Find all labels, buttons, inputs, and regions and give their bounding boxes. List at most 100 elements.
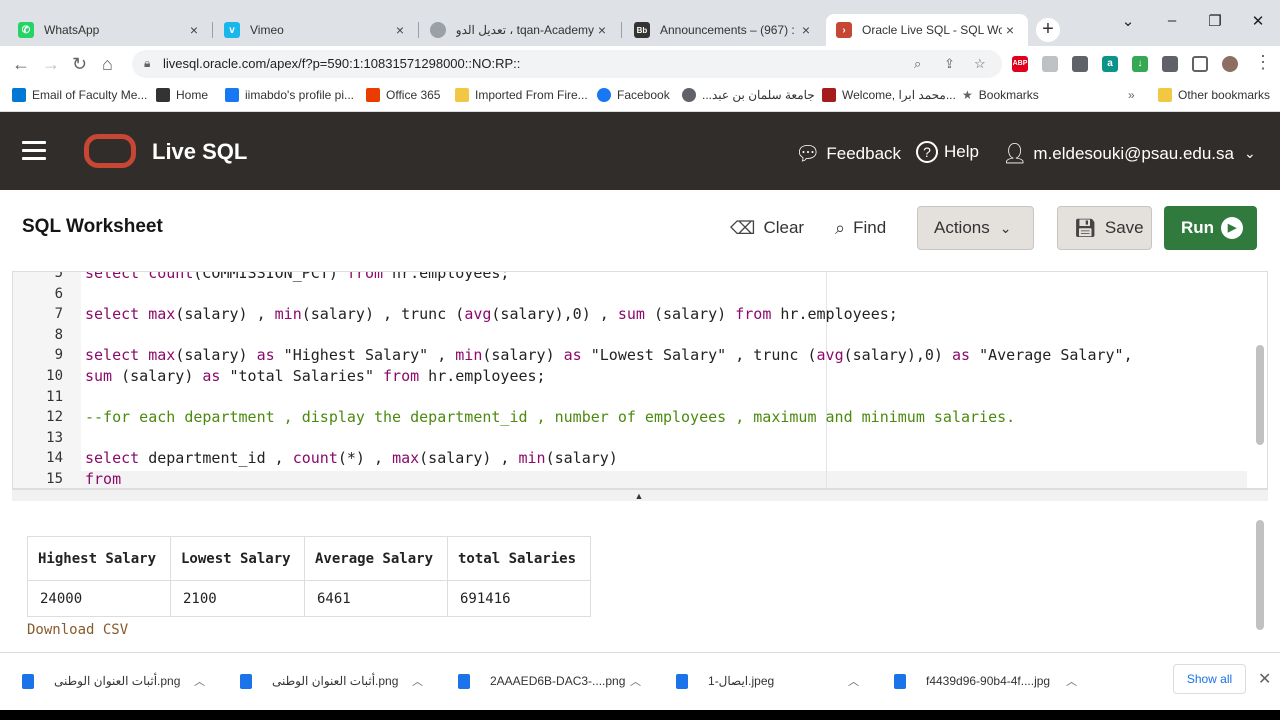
feedback-link[interactable]: 💬︎ Feedback: [795, 141, 901, 166]
bookmark-item[interactable]: جامعة سلمان بن عبد...: [682, 88, 815, 102]
extension-icon[interactable]: [1072, 56, 1088, 72]
sidepanel-icon[interactable]: [1192, 56, 1208, 72]
user-menu[interactable]: 👤︎ m.eldesouki@psau.edu.sa ⌄: [1002, 141, 1256, 166]
other-bookmarks[interactable]: Other bookmarks: [1158, 88, 1270, 102]
sql-comment: --for each department , display the depa…: [85, 408, 1016, 427]
vimeo-icon: v: [224, 22, 240, 38]
find-button[interactable]: ⌕ Find: [835, 206, 886, 250]
hamburger-menu-icon[interactable]: [22, 141, 46, 161]
download-csv-link[interactable]: Download CSV: [27, 622, 128, 638]
chevron-up-icon[interactable]: ︿: [1066, 673, 1077, 689]
download-item[interactable]: ايصال-1.jpeg ︿: [676, 671, 859, 691]
close-icon[interactable]: ×: [186, 22, 202, 38]
sql-keyword: as: [202, 367, 221, 385]
bookmark-item[interactable]: Office 365: [366, 88, 440, 102]
puzzle-icon[interactable]: [1162, 56, 1178, 72]
download-item[interactable]: 2AAAED6B-DAC3-....png ︿: [458, 671, 641, 691]
save-button[interactable]: 💾︎ Save: [1057, 206, 1152, 250]
share-icon[interactable]: ⇪: [944, 56, 955, 72]
column-header: total Salaries: [447, 536, 591, 581]
bookmark-item[interactable]: iimabdo's profile pi...: [225, 88, 354, 102]
sql-keyword: from: [735, 305, 772, 324]
home-icon[interactable]: ⌂: [102, 54, 113, 75]
close-icon[interactable]: ×: [392, 22, 408, 38]
bookmark-item[interactable]: Welcome, محمد ابرا...: [822, 88, 956, 102]
close-icon[interactable]: ×: [1002, 22, 1018, 38]
address-toolbar: ← → ↻ ⌂ 🔒︎ livesql.oracle.com/apex/f?p=5…: [0, 46, 1280, 82]
column-header: Average Salary: [304, 536, 448, 581]
window-close-button[interactable]: ✕: [1238, 12, 1278, 30]
new-tab-button[interactable]: +: [1036, 18, 1060, 42]
bookmark-label: Bookmarks: [978, 88, 1039, 102]
minimize-button[interactable]: –: [1152, 12, 1192, 29]
address-bar[interactable]: 🔒︎ livesql.oracle.com/apex/f?p=590:1:108…: [132, 50, 1002, 78]
close-icon[interactable]: ✕: [1258, 669, 1271, 689]
bookmark-item[interactable]: ★ Bookmarks: [962, 88, 1039, 102]
chevron-up-icon[interactable]: ︿: [630, 673, 641, 689]
code-line[interactable]: sum (salary) as "total Salaries" from hr…: [85, 367, 546, 385]
editor-results-splitter[interactable]: ▲: [12, 489, 1268, 501]
zoom-icon[interactable]: ⌕: [914, 56, 921, 72]
extension-icon[interactable]: [1042, 56, 1058, 72]
user-email: m.eldesouki@psau.edu.sa: [1033, 143, 1234, 163]
more-bookmarks-chevron-icon[interactable]: »: [1128, 88, 1135, 102]
sql-text: "Average Salary",: [970, 346, 1133, 365]
reload-icon[interactable]: ↻: [72, 54, 87, 75]
code-line[interactable]: --for each department , display the depa…: [85, 408, 1015, 426]
tab-announcements[interactable]: Bb Announcements – (967) : ت... ×: [624, 14, 824, 46]
download-extension-icon[interactable]: ↓: [1132, 56, 1148, 72]
sql-text: (salary): [112, 367, 203, 385]
avatar[interactable]: [1222, 56, 1238, 72]
help-link[interactable]: ? Help: [916, 141, 979, 163]
chevron-down-icon[interactable]: ⌄: [1108, 12, 1148, 30]
bookmark-item[interactable]: Home: [156, 88, 208, 102]
bookmark-item[interactable]: Email of Faculty Me...: [12, 88, 147, 102]
code-line[interactable]: select department_id , count(*) , max(sa…: [85, 449, 618, 467]
menu-dots-icon[interactable]: ⋮: [1254, 52, 1272, 73]
back-arrow-icon[interactable]: ←: [12, 54, 30, 75]
chevron-up-icon[interactable]: ︿: [412, 673, 423, 689]
speech-bubble-icon: 💬︎: [795, 143, 821, 165]
tab-separator: [212, 22, 213, 38]
lock-icon: 🔒︎: [144, 56, 151, 70]
sql-keyword: avg: [816, 346, 844, 365]
code-line[interactable]: select max(salary) as "Highest Salary" ,…: [85, 346, 1133, 364]
tab-vimeo[interactable]: v Vimeo ×: [214, 14, 418, 46]
results-scrollbar[interactable]: [1253, 506, 1267, 652]
tab-whatsapp[interactable]: ✆ WhatsApp ×: [8, 14, 212, 46]
tab-oracle-live-sql[interactable]: › Oracle Live SQL - SQL Worksheet ×: [826, 14, 1028, 46]
download-item[interactable]: f4439d96-90b4-4f....jpg ︿: [894, 671, 1077, 691]
actions-button[interactable]: Actions ⌄: [917, 206, 1034, 250]
sql-editor[interactable]: 5 6 7 8 9 10 11 12 13 14 15 select count(COMMISSIO…: [12, 271, 1268, 489]
tab-itqan-academy[interactable]: tqan-Academy ، تعديل الدورة ×: [420, 14, 620, 46]
line-number-gutter: 5 6 7 8 9 10 11 12 13 14 15: [13, 272, 81, 488]
sql-keyword: as: [563, 346, 582, 365]
code-line[interactable]: select count(COMMISSION_PCT) from hr.emp…: [85, 272, 509, 282]
run-button[interactable]: Run ▶: [1164, 206, 1257, 250]
extension-icon[interactable]: a: [1102, 56, 1118, 72]
forward-arrow-icon[interactable]: →: [42, 54, 60, 75]
star-icon[interactable]: ☆: [974, 56, 986, 72]
show-all-button[interactable]: Show all: [1173, 664, 1246, 694]
chevron-up-icon[interactable]: ︿: [194, 673, 205, 689]
download-filename: أثبات العنوان الوطنى.png: [272, 674, 399, 688]
play-icon: ▶: [1221, 217, 1244, 239]
url-text: livesql.oracle.com/apex/f?p=590:1:108315…: [163, 56, 521, 71]
editor-scrollbar[interactable]: [1253, 275, 1267, 487]
restore-button[interactable]: ❐: [1195, 12, 1235, 30]
close-icon[interactable]: ×: [798, 22, 814, 38]
sql-keyword: min: [455, 346, 483, 365]
collapse-up-icon[interactable]: ▲: [634, 491, 644, 501]
bookmark-item[interactable]: Facebook: [597, 88, 670, 102]
bookmark-label: iimabdo's profile pi...: [245, 88, 355, 102]
chevron-up-icon[interactable]: ︿: [848, 673, 859, 689]
code-line[interactable]: from: [85, 470, 121, 488]
download-item[interactable]: أثبات العنوان الوطنى.png ︿: [22, 671, 205, 691]
clear-button[interactable]: ⌫ Clear: [730, 206, 804, 250]
bookmark-item[interactable]: Imported From Fire...: [455, 88, 588, 102]
adblock-icon[interactable]: ABP: [1012, 56, 1028, 72]
code-line[interactable]: select max(salary) , min(salary) , trunc…: [85, 305, 898, 323]
tab-label: tqan-Academy ، تعديل الدورة: [456, 23, 594, 37]
download-item[interactable]: أثبات العنوان الوطنى.png ︿: [240, 671, 423, 691]
close-icon[interactable]: ×: [594, 22, 610, 38]
